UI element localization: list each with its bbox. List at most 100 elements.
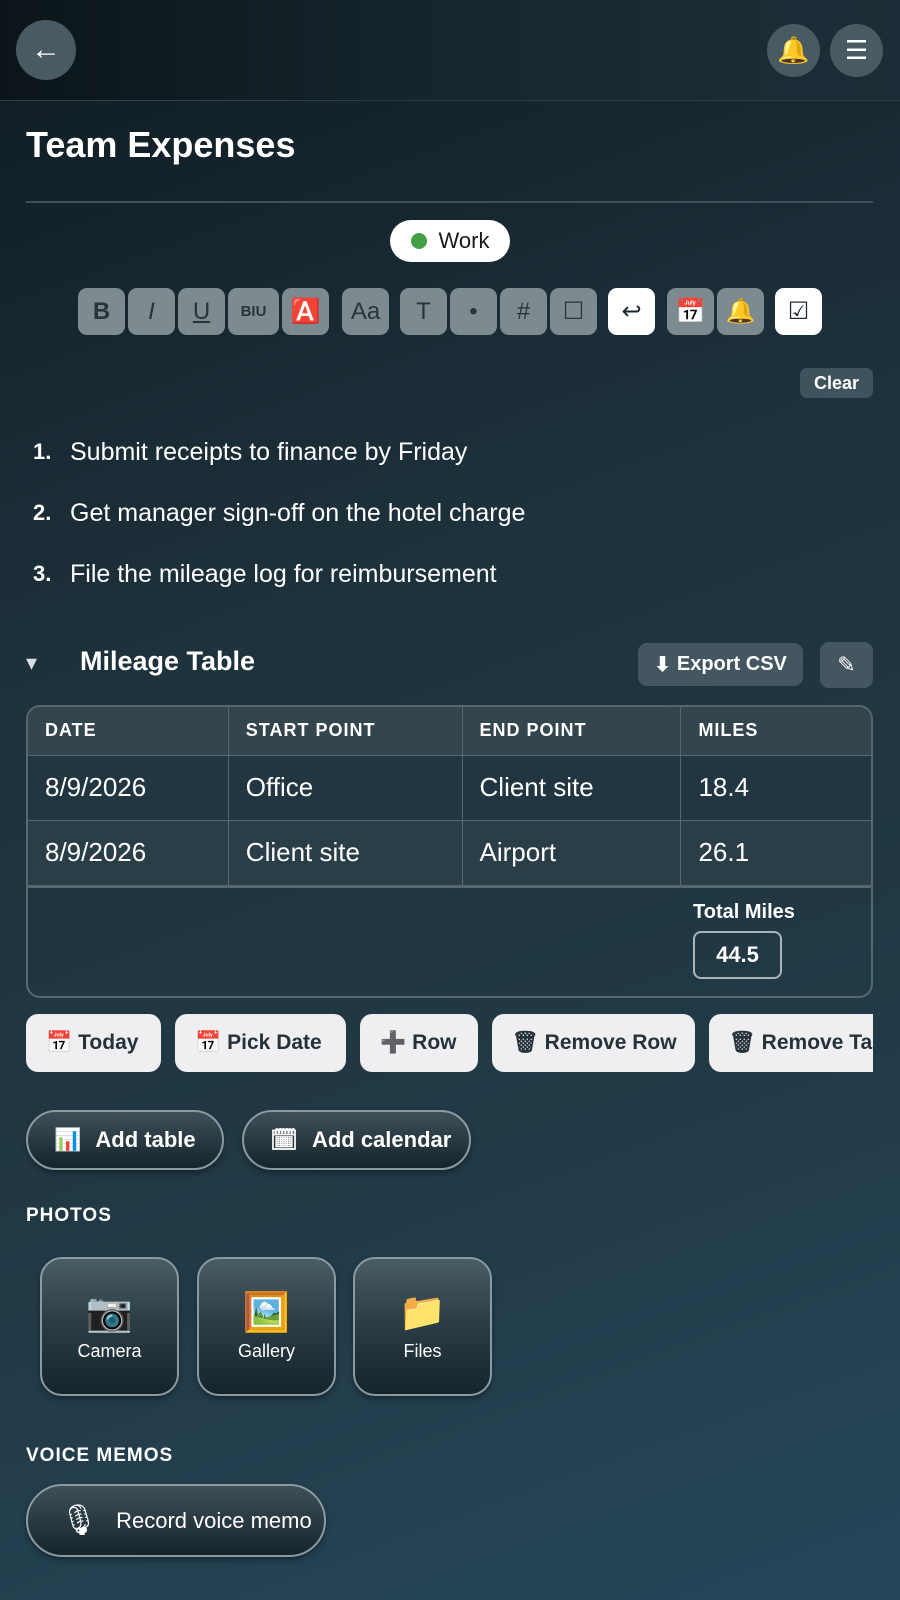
total-miles-value: 44.5 [693, 931, 782, 979]
title-divider [26, 201, 873, 203]
tag-label: Work [438, 228, 490, 253]
remove-table-label: Remove Table [761, 1031, 873, 1054]
table-action-buttons: 📅 Today 📅 Pick Date ➕ Row 🗑 Remove Row 🗑… [26, 1014, 873, 1074]
back-arrow-icon: ← [31, 33, 61, 66]
column-header-date: DATE [28, 707, 229, 756]
table-cell[interactable]: Office [228, 755, 463, 821]
download-icon: ⬇ [654, 654, 671, 676]
formatting-toolbar: B I U BIU 🅰️ Aa T • # ☐ ↩ 📅 🔔 ☑ [78, 288, 824, 335]
today-button[interactable]: 📅 Today [26, 1014, 161, 1072]
table-cell[interactable]: 26.1 [680, 820, 871, 886]
bell-icon: 🔔 [777, 35, 810, 65]
pick-date-label: Pick Date [227, 1031, 322, 1054]
export-csv-label: Export CSV [676, 653, 787, 675]
today-label: Today [78, 1031, 139, 1054]
column-header-miles: MILES [680, 707, 871, 756]
checklist-icon[interactable]: ☑ [775, 288, 822, 335]
table-cell[interactable]: Client site [228, 820, 463, 886]
table-header-row: DATE START POINT END POINT MILES [28, 707, 871, 756]
list-item[interactable]: 2. Get manager sign-off on the hotel cha… [33, 493, 525, 533]
list-number: 1. [33, 439, 52, 464]
record-voice-memo-button[interactable]: 🎙 Record voice memo [26, 1484, 326, 1557]
italic-button[interactable]: I [128, 288, 175, 335]
gallery-button[interactable]: 🖼️ Gallery [197, 1257, 336, 1396]
list-text: File the mileage log for reimbursement [70, 559, 497, 588]
calendar-icon: 📅 [195, 1031, 222, 1054]
list-number: 2. [33, 500, 52, 525]
photos-heading: PHOTOS [26, 1205, 112, 1226]
add-row-button[interactable]: ➕ Row [360, 1014, 478, 1072]
list-text: Get manager sign-off on the hotel charge [70, 498, 526, 527]
remove-table-button[interactable]: 🗑 Remove Table [709, 1014, 873, 1072]
pick-date-button[interactable]: 📅 Pick Date [175, 1014, 346, 1072]
column-header-start-point: START POINT [228, 707, 463, 756]
voice-memos-heading: VOICE MEMOS [26, 1445, 174, 1466]
table-title: Mileage Table [80, 646, 256, 676]
text-color-icon[interactable]: 🅰️ [282, 288, 329, 335]
bold-button[interactable]: B [78, 288, 125, 335]
table-cell[interactable]: 8/9/2026 [28, 820, 229, 886]
camera-label: Camera [77, 1341, 142, 1361]
table-total-row: Total Miles 44.5 [28, 886, 871, 996]
table-cell[interactable]: 8/9/2026 [28, 755, 229, 821]
trash-icon: 🗑 [512, 1031, 539, 1054]
files-button[interactable]: 📁 Files [353, 1257, 492, 1396]
list-item[interactable]: 3. File the mileage log for reimbursemen… [33, 554, 497, 594]
add-calendar-button[interactable]: 🗓 Add calendar [242, 1110, 471, 1170]
column-header-end-point: END POINT [462, 707, 682, 756]
total-miles-label: Total Miles [693, 901, 795, 923]
remove-row-button[interactable]: 🗑 Remove Row [492, 1014, 695, 1072]
gallery-label: Gallery [237, 1341, 295, 1361]
remove-row-label: Remove Row [544, 1031, 677, 1054]
edit-table-button[interactable]: ✎ [820, 642, 873, 688]
back-button[interactable]: ← [16, 20, 76, 80]
list-text: Submit receipts to finance by Friday [70, 437, 468, 466]
reminder-bell-icon[interactable]: 🔔 [717, 288, 764, 335]
clear-button[interactable]: Clear [800, 368, 873, 398]
table-cell[interactable]: 18.4 [680, 755, 871, 821]
plus-icon: ➕ [380, 1031, 407, 1054]
bold-italic-underline-button[interactable]: BIU [228, 288, 279, 335]
camera-button[interactable]: 📷 Camera [40, 1257, 179, 1396]
export-csv-button[interactable]: ⬇ Export CSV [638, 643, 803, 686]
top-bar: ← 🔔 ☰ [0, 0, 900, 101]
pencil-icon: ✎ [837, 652, 856, 677]
undo-icon[interactable]: ↩ [608, 288, 655, 335]
folder-icon: 📁 [398, 1292, 447, 1334]
bar-chart-icon: 📊 [54, 1127, 82, 1152]
record-voice-memo-label: Record voice memo [116, 1507, 312, 1533]
tag-pill-work[interactable]: Work [390, 220, 510, 262]
text-style-button[interactable]: T [400, 288, 447, 335]
notifications-button[interactable]: 🔔 [767, 24, 820, 77]
table-row: 8/9/2026 Office Client site 18.4 [28, 755, 871, 821]
hamburger-menu-icon: ☰ [844, 35, 869, 65]
list-number: 3. [33, 561, 52, 586]
underline-button[interactable]: U [178, 288, 225, 335]
add-calendar-label: Add calendar [311, 1127, 452, 1152]
tag-color-dot [410, 233, 427, 249]
font-size-button[interactable]: Aa [342, 288, 389, 335]
camera-icon: 📷 [85, 1292, 134, 1334]
table-cell[interactable]: Client site [462, 755, 682, 821]
calendar-icon: 🗓 [270, 1127, 298, 1152]
mileage-table-header: ▾ Mileage Table ⬇ Export CSV ✎ [26, 640, 873, 690]
table-row: 8/9/2026 Client site Airport 26.1 [28, 820, 871, 886]
trash-icon: 🗑 [729, 1031, 756, 1054]
collapse-chevron-icon[interactable]: ▾ [26, 650, 37, 676]
calendar-icon: 📅 [46, 1031, 73, 1054]
files-label: Files [403, 1341, 442, 1361]
add-row-label: Row [412, 1031, 457, 1054]
microphone-icon: 🎙 [60, 1504, 99, 1537]
gallery-icon: 🖼️ [242, 1292, 291, 1334]
list-item[interactable]: 1. Submit receipts to finance by Friday [33, 432, 467, 472]
add-table-button[interactable]: 📊 Add table [26, 1110, 224, 1170]
note-title[interactable]: Team Expenses [26, 124, 295, 166]
bullet-list-button[interactable]: • [450, 288, 497, 335]
numbered-list-button[interactable]: # [500, 288, 547, 335]
add-table-label: Add table [95, 1127, 196, 1152]
calendar-icon[interactable]: 📅 [667, 288, 714, 335]
menu-button[interactable]: ☰ [830, 24, 883, 77]
mileage-table: DATE START POINT END POINT MILES 8/9/202… [26, 705, 873, 998]
checkbox-button[interactable]: ☐ [550, 288, 597, 335]
table-cell[interactable]: Airport [462, 820, 682, 886]
